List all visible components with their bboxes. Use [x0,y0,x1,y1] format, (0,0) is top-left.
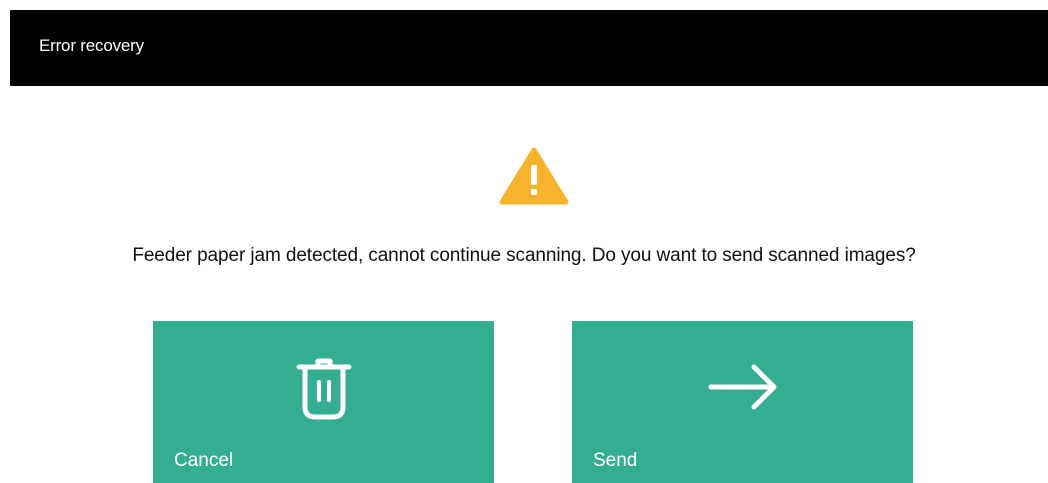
trash-icon [296,358,351,420]
warning-icon [499,147,569,205]
error-recovery-screen: Error recovery Feeder paper jam detected… [0,0,1048,483]
send-button[interactable]: Send [572,321,913,483]
page-title: Error recovery [39,36,144,55]
arrow-right-icon [708,364,776,410]
error-message: Feeder paper jam detected, cannot contin… [132,245,916,266]
cancel-label: Cancel [174,450,234,471]
header-bar: Error recovery [10,10,1048,86]
send-label: Send [593,450,638,471]
cancel-button[interactable]: Cancel [153,321,494,483]
